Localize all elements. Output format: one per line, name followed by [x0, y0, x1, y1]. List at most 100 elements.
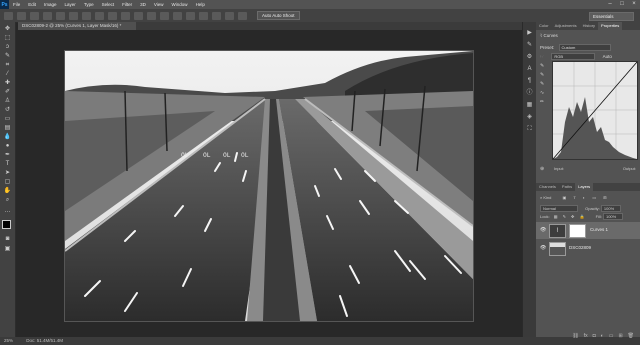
link-layers-icon[interactable]: ⛓ — [572, 333, 578, 341]
fill-input[interactable]: 100% — [602, 213, 623, 220]
layer-name[interactable]: Curves 1 — [590, 227, 608, 232]
tab-adjustments[interactable]: Adjustments — [552, 22, 580, 30]
tab-paths[interactable]: Paths — [559, 183, 575, 191]
option-icon[interactable] — [43, 11, 52, 20]
foreground-color-swatch[interactable] — [2, 220, 11, 229]
photo-canvas[interactable]: 0L 0L 0L 0L — [64, 50, 474, 322]
sample-white-icon[interactable]: ✎ — [540, 80, 544, 89]
option-icon[interactable] — [238, 11, 247, 20]
option-icon[interactable] — [225, 11, 234, 20]
option-icon[interactable] — [82, 11, 91, 20]
sample-black-icon[interactable]: ✎ — [540, 62, 544, 71]
opacity-input[interactable]: 100% — [600, 205, 621, 212]
pen-tool-icon[interactable]: ✒ — [3, 152, 12, 159]
target-adjust-icon[interactable]: ⊕ — [540, 166, 544, 172]
shape-tool-icon[interactable]: ▢ — [3, 179, 12, 186]
history-brush-tool-icon[interactable]: ↺ — [3, 107, 12, 114]
menu-window[interactable]: Window — [168, 2, 192, 7]
clone-source-icon[interactable]: ⚙ — [526, 54, 533, 61]
option-icon[interactable] — [95, 11, 104, 20]
option-icon[interactable] — [108, 11, 117, 20]
option-icon[interactable] — [56, 11, 65, 20]
filter-icons[interactable]: ▣ T ◐ ▭ ⊞ — [563, 195, 610, 200]
tab-color[interactable]: Color — [536, 22, 552, 30]
layer-name[interactable]: DSC02809 — [569, 245, 591, 250]
tool-preset-icon[interactable] — [4, 11, 13, 20]
curve-edit-icon[interactable]: ∿ — [540, 89, 544, 98]
swatches-icon[interactable]: ▦ — [526, 102, 533, 109]
tab-layers[interactable]: Layers — [575, 183, 594, 191]
zoom-readout[interactable]: 25% — [4, 338, 13, 343]
menu-edit[interactable]: Edit — [24, 2, 40, 7]
layer-mask-thumbnail[interactable] — [569, 224, 586, 238]
tab-channels[interactable]: Channels — [536, 183, 559, 191]
quick-select-tool-icon[interactable]: ✎ — [3, 53, 12, 60]
gradient-tool-icon[interactable]: ▤ — [3, 125, 12, 132]
clone-stamp-tool-icon[interactable]: ♙ — [3, 98, 12, 105]
menu-3d[interactable]: 3D — [136, 2, 150, 7]
eraser-tool-icon[interactable]: ▭ — [3, 116, 12, 123]
maximize-button[interactable]: □ — [616, 0, 628, 9]
option-icon[interactable] — [121, 11, 130, 20]
info-panel-icon[interactable]: ⓘ — [526, 90, 533, 97]
paragraph-panel-icon[interactable]: ¶ — [526, 78, 533, 85]
character-panel-icon[interactable]: A — [526, 66, 533, 73]
close-button[interactable]: × — [628, 0, 640, 9]
option-icon[interactable] — [186, 11, 195, 20]
lasso-tool-icon[interactable]: ↄ — [3, 44, 12, 51]
visibility-eye-icon[interactable]: 👁 — [540, 227, 546, 233]
new-layer-icon[interactable]: ⊞ — [618, 333, 622, 341]
fx-icon[interactable]: fx — [584, 333, 588, 341]
menu-view[interactable]: View — [150, 2, 168, 7]
blur-tool-icon[interactable]: 💧 — [3, 134, 12, 141]
workspace-switcher[interactable]: Essentials — [589, 12, 634, 21]
zoom-tool-icon[interactable]: ⌕ — [3, 197, 12, 204]
sample-gray-icon[interactable]: ✎ — [540, 71, 544, 80]
option-icon[interactable] — [147, 11, 156, 20]
menu-filter[interactable]: Filter — [118, 2, 136, 7]
move-tool-icon[interactable]: ✥ — [3, 26, 12, 33]
option-icon[interactable] — [199, 11, 208, 20]
screen-mode-icon[interactable]: ▣ — [3, 246, 12, 253]
type-tool-icon[interactable]: T — [3, 161, 12, 168]
add-mask-icon[interactable]: ◘ — [593, 333, 596, 341]
menu-layer[interactable]: Layer — [61, 2, 80, 7]
option-icon[interactable] — [160, 11, 169, 20]
option-icon[interactable] — [212, 11, 221, 20]
styles-icon[interactable]: ◈ — [526, 114, 533, 121]
eyedropper-tool-icon[interactable]: ⁄ — [3, 71, 12, 78]
layer-row[interactable]: 👁 DSC02809 — [536, 240, 640, 257]
option-icon[interactable] — [30, 11, 39, 20]
adjustment-icon[interactable]: ◐ — [601, 333, 604, 341]
tab-history[interactable]: History — [580, 22, 598, 30]
more-tools-icon[interactable]: … — [3, 208, 12, 215]
marquee-tool-icon[interactable]: ⬚ — [3, 35, 12, 42]
option-icon[interactable] — [134, 11, 143, 20]
path-select-tool-icon[interactable]: ➤ — [3, 170, 12, 177]
preset-dropdown[interactable]: Custom — [558, 44, 611, 51]
minimize-button[interactable]: – — [604, 0, 616, 9]
lock-icons[interactable]: ▦ ✎ ✥ 🔒 — [554, 214, 587, 219]
tab-properties[interactable]: Properties — [598, 22, 623, 30]
sample-all-icon[interactable] — [17, 11, 26, 20]
document-tab[interactable]: DSC02809-2 @ 25% (Curves 1, Layer Mask/1… — [18, 22, 136, 30]
menu-type[interactable]: Type — [80, 2, 98, 7]
quick-mask-icon[interactable]: ◙ — [3, 236, 12, 243]
navigator-icon[interactable]: ⛶ — [526, 126, 533, 133]
brush-tool-icon[interactable]: ✐ — [3, 89, 12, 96]
delete-layer-icon[interactable]: 🗑 — [628, 333, 634, 341]
healing-tool-icon[interactable]: ✚ — [3, 80, 12, 87]
option-icon[interactable] — [69, 11, 78, 20]
visibility-eye-icon[interactable]: 👁 — [540, 245, 546, 251]
pencil-draw-icon[interactable]: ✏ — [540, 98, 544, 107]
option-icon[interactable] — [173, 11, 182, 20]
filter-kind-dropdown[interactable]: ⌕ Kind — [540, 195, 551, 200]
auto-button[interactable]: Auto — [603, 54, 612, 59]
auto-shoot-button[interactable]: Auto Auto Shoot — [257, 11, 300, 20]
menu-help[interactable]: Help — [192, 2, 209, 7]
menu-image[interactable]: Image — [40, 2, 61, 7]
dodge-tool-icon[interactable]: ● — [3, 143, 12, 150]
channel-dropdown[interactable]: RGB — [551, 53, 596, 60]
layer-row[interactable]: 👁 ⌇ Curves 1 — [536, 222, 640, 239]
hand-adjust-icon[interactable]: ☞ — [540, 54, 544, 59]
